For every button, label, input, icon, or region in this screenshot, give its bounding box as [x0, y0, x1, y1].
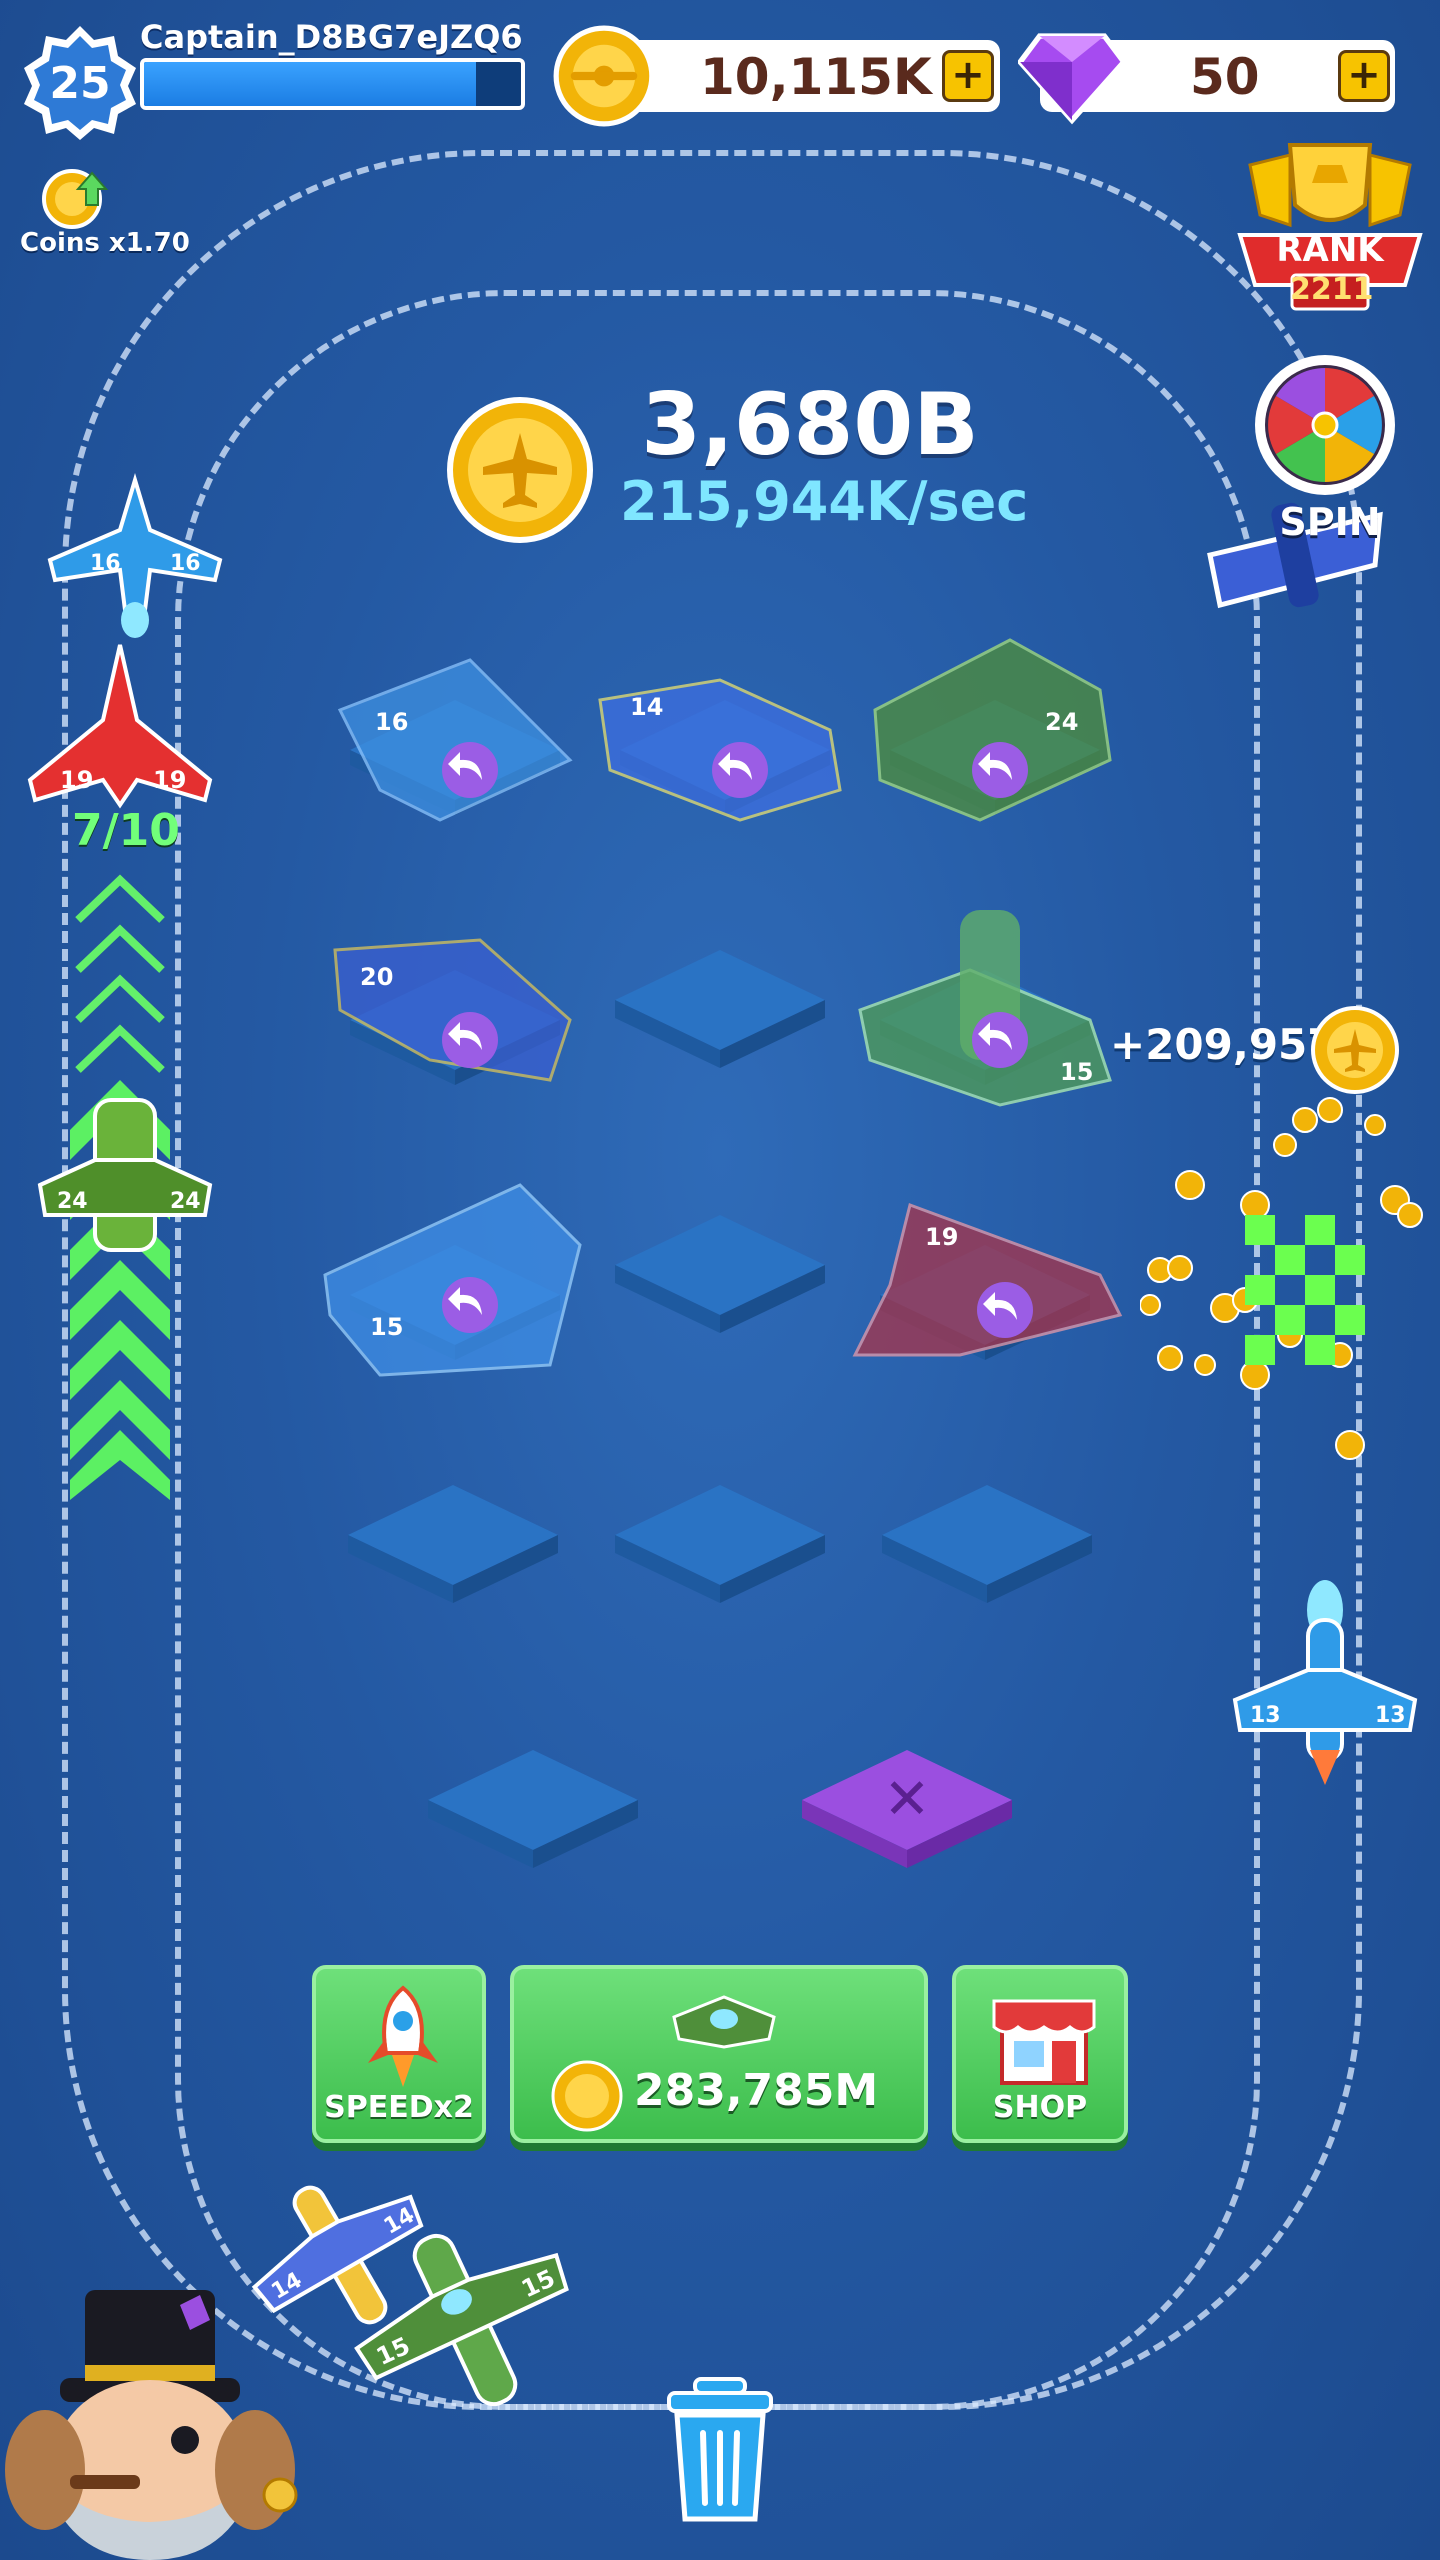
plane-13-on-track: 13 13 — [1232, 1580, 1418, 1785]
spin-wheel-icon[interactable] — [1250, 350, 1400, 500]
trash-can-icon[interactable] — [665, 2375, 775, 2525]
grid-plane-15-blue[interactable]: 15 — [320, 1165, 590, 1385]
grid-plane-24[interactable]: 24 — [860, 630, 1130, 840]
plane-level-label: 15 — [1060, 1058, 1093, 1086]
plane-level-label: 14 — [630, 693, 663, 721]
grid-plane-20[interactable]: 20 — [320, 910, 590, 1110]
plane-16-on-track: 16 16 — [47, 473, 223, 638]
level-badge[interactable]: 25 — [20, 22, 140, 142]
grid-plane-16[interactable]: 16 — [320, 640, 590, 840]
coins-per-second: 215,944K/sec — [620, 470, 1029, 533]
grid-plane-14[interactable]: 14 — [590, 640, 860, 840]
plane-level-label: 24 — [57, 1189, 88, 1214]
speed-boost-button[interactable]: SPEEDx2 — [312, 1965, 486, 2143]
empty-tile-r4c3[interactable] — [882, 1475, 1092, 1625]
total-coins: 3,680B — [641, 375, 979, 475]
shop-button[interactable]: SHOP — [952, 1965, 1128, 2143]
buy-plane-button[interactable]: 283,785M — [510, 1965, 928, 2143]
empty-tile-r2c2[interactable] — [615, 940, 825, 1090]
player-name: Captain_D8BG7eJZQ6 — [140, 18, 523, 56]
rank-value: 2211 — [1290, 272, 1374, 307]
coin-balance-panel: 10,115K + — [553, 25, 1000, 127]
coin-multiplier-label: Coins x1.70 — [20, 228, 190, 258]
empty-tile-r4c2[interactable] — [615, 1475, 825, 1625]
coin-boost-icon[interactable] — [40, 165, 110, 229]
empty-tile-r5c1[interactable] — [428, 1740, 638, 1890]
plane-level-label: 24 — [1045, 708, 1078, 736]
plane-level-label: 13 — [1375, 1703, 1406, 1728]
coin-balance: 10,115K — [700, 48, 932, 106]
buy-plane-price: 283,785M — [634, 2065, 879, 2116]
gem-balance-panel: 50 + — [1018, 33, 1395, 125]
delete-tile[interactable]: ✕ — [802, 1740, 1012, 1890]
plane-level-label: 24 — [170, 1189, 201, 1214]
spin-label: SPIN — [1279, 500, 1381, 544]
runway-plane-count: 7/10 — [72, 805, 180, 856]
plane-level-label: 19 — [925, 1223, 958, 1251]
reward-popup: +209,957 — [1110, 1020, 1337, 1069]
empty-tile-r4c1[interactable] — [348, 1475, 558, 1625]
plane-level-label: 16 — [375, 708, 408, 736]
grid-plane-15[interactable]: 15 — [850, 890, 1130, 1110]
plane-19-on-track: 19 19 — [27, 644, 213, 809]
add-gems-button[interactable]: + — [1338, 50, 1390, 102]
gem-balance: 50 — [1190, 48, 1260, 106]
plane-level-label: 15 — [370, 1313, 403, 1341]
speed-boost-label: SPEEDx2 — [324, 2090, 474, 2125]
rocket-icon — [368, 1985, 438, 2087]
plane-level-label: 13 — [1250, 1703, 1281, 1728]
plane-level-label: 19 — [60, 766, 93, 794]
reward-coin-icon — [1311, 1006, 1399, 1094]
plane-level-label: 19 — [153, 766, 186, 794]
coin-icon — [553, 25, 655, 127]
shop-store-icon — [992, 1999, 1096, 2085]
xp-fill — [144, 62, 476, 106]
plane-24-on-track: 24 24 — [37, 1098, 213, 1252]
buy-plane-icon — [672, 1995, 776, 2049]
gem-icon — [1018, 33, 1126, 125]
plane-level-label: 20 — [360, 963, 393, 991]
price-coin-icon — [551, 2060, 623, 2132]
earnings-coin-icon — [447, 397, 593, 543]
add-coins-button[interactable]: + — [942, 50, 994, 102]
coin-shower — [1140, 1097, 1423, 1460]
empty-tile-r3c2[interactable] — [615, 1205, 825, 1355]
xp-bar — [140, 58, 525, 110]
level-number: 25 — [49, 58, 110, 109]
grid-plane-19[interactable]: 19 — [850, 1185, 1130, 1385]
plane-level-label: 16 — [170, 551, 201, 576]
plane-level-label: 16 — [90, 551, 121, 576]
delete-x-icon: ✕ — [884, 1767, 931, 1832]
captain-character[interactable] — [0, 2260, 340, 2560]
plane-15-on-track: 15 15 — [354, 2233, 569, 2407]
shop-label: SHOP — [992, 2090, 1088, 2125]
rank-label: RANK — [1276, 230, 1384, 270]
